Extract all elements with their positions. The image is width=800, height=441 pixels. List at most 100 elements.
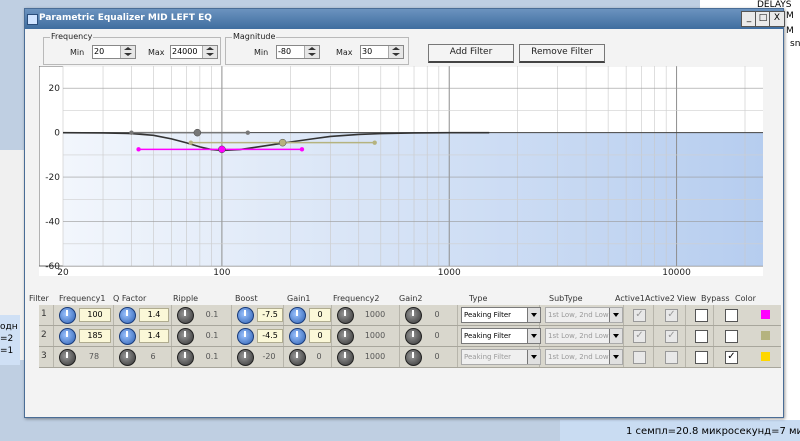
spinner-arrows-icon[interactable]	[120, 46, 135, 58]
frequency-max-spinner[interactable]	[170, 45, 218, 59]
spinner-arrows-icon[interactable]	[388, 46, 403, 58]
remove-filter-button[interactable]: Remove Filter	[519, 44, 605, 63]
cell-divider	[399, 326, 400, 346]
q-factor-field[interactable]: 1.4	[139, 308, 169, 322]
cell-divider	[457, 326, 458, 346]
column-header: View	[677, 294, 696, 303]
filter-center-point	[193, 128, 202, 137]
magnitude-min-label: Min	[254, 48, 269, 57]
column-header: Gain1	[287, 294, 311, 303]
boost-knob-icon[interactable]	[237, 307, 254, 324]
close-button[interactable]: X	[769, 11, 785, 27]
frequency1-field[interactable]: 185	[79, 329, 111, 343]
ripple-knob-icon[interactable]	[177, 328, 194, 345]
bypass-checkbox[interactable]	[725, 309, 738, 322]
ripple-value: 0.1	[205, 310, 219, 319]
cell-divider	[623, 347, 624, 367]
magnitude-min-input[interactable]	[278, 46, 302, 57]
dropdown-arrow-icon[interactable]	[527, 329, 540, 343]
cell-divider	[283, 326, 284, 346]
frequency1-value: 78	[88, 352, 100, 361]
frequency1-knob-icon[interactable]	[59, 328, 76, 345]
frequency-max-label: Max	[148, 48, 165, 57]
gain2-knob-icon[interactable]	[405, 328, 422, 345]
magnitude-max-spinner[interactable]	[360, 45, 404, 59]
window-title: Parametric Equalizer MID LEFT EQ	[39, 13, 212, 23]
view-checkbox[interactable]	[695, 309, 708, 322]
filter-edge-point	[372, 140, 377, 145]
active2-checkbox: ✓	[665, 330, 678, 343]
subtype-dropdown: 1st Low, 2nd Low	[545, 349, 623, 365]
ripple-knob-icon[interactable]	[177, 349, 194, 366]
frequency2-knob-icon[interactable]	[337, 349, 354, 366]
frequency-response-chart[interactable]: 200-20-40-6020 100 1000 10000	[39, 66, 763, 276]
frequency1-knob-icon[interactable]	[59, 307, 76, 324]
y-tick-label: -40	[45, 218, 60, 228]
type-dropdown[interactable]: Peaking Filter	[461, 307, 541, 323]
row-number: 3	[41, 351, 47, 361]
x-tick-label: 100	[213, 268, 230, 276]
bypass-checkbox[interactable]	[725, 330, 738, 343]
color-swatch[interactable]	[761, 352, 770, 361]
subtype-dropdown: 1st Low, 2nd Low	[545, 307, 623, 323]
bypass-checkbox[interactable]: ✓	[725, 351, 738, 364]
frequency-group: Frequency Min Max	[43, 32, 221, 65]
cell-divider	[399, 305, 400, 325]
q-factor-field[interactable]: 1.4	[139, 329, 169, 343]
cell-divider	[53, 326, 54, 346]
q-factor-knob-icon[interactable]	[119, 307, 136, 324]
column-header: Frequency2	[333, 294, 380, 303]
cell-divider	[685, 347, 686, 367]
gain1-field[interactable]: 0	[309, 308, 331, 322]
magnitude-min-spinner[interactable]	[276, 45, 320, 59]
boost-field[interactable]: -7.5	[257, 308, 283, 322]
cell-divider	[283, 305, 284, 325]
column-header: Filter	[29, 294, 49, 303]
magnitude-max-input[interactable]	[362, 46, 386, 57]
frequency1-field[interactable]: 100	[79, 308, 111, 322]
type-dropdown[interactable]: Peaking Filter	[461, 328, 541, 344]
add-filter-button[interactable]: Add Filter	[428, 44, 514, 63]
frequency2-value: 1000	[364, 310, 386, 319]
cell-divider	[713, 326, 714, 346]
cell-divider	[653, 347, 654, 367]
dropdown-arrow-icon[interactable]	[527, 308, 540, 322]
boost-knob-icon[interactable]	[237, 328, 254, 345]
ripple-knob-icon[interactable]	[177, 307, 194, 324]
frequency-max-input[interactable]	[172, 46, 200, 57]
frequency2-knob-icon[interactable]	[337, 307, 354, 324]
cell-divider	[653, 305, 654, 325]
filter-edge-point	[245, 130, 251, 135]
q-factor-knob-icon[interactable]	[119, 328, 136, 345]
color-swatch[interactable]	[761, 331, 770, 340]
spinner-arrows-icon[interactable]	[304, 46, 319, 58]
filter-edge-point	[136, 147, 141, 152]
frequency-min-spinner[interactable]	[92, 45, 136, 59]
column-header: Ripple	[173, 294, 199, 303]
gain2-knob-icon[interactable]	[405, 349, 422, 366]
magnitude-group: Magnitude Min Max	[225, 32, 409, 65]
active2-checkbox: ✓	[665, 309, 678, 322]
view-checkbox[interactable]	[695, 351, 708, 364]
cell-divider	[53, 347, 54, 367]
filter-edge-point	[188, 140, 194, 145]
q-factor-knob-icon[interactable]	[119, 349, 136, 366]
gain1-knob-icon[interactable]	[289, 349, 306, 366]
frequency-group-label: Frequency	[50, 32, 94, 41]
frequency-min-input[interactable]	[94, 46, 118, 57]
boost-knob-icon[interactable]	[237, 349, 254, 366]
view-checkbox[interactable]	[695, 330, 708, 343]
gain2-knob-icon[interactable]	[405, 307, 422, 324]
title-bar[interactable]: Parametric Equalizer MID LEFT EQ _ □ X	[25, 9, 785, 29]
column-header: Q Factor	[113, 294, 147, 303]
frequency2-knob-icon[interactable]	[337, 328, 354, 345]
spinner-arrows-icon[interactable]	[202, 46, 217, 58]
gain1-knob-icon[interactable]	[289, 307, 306, 324]
cell-divider	[171, 326, 172, 346]
boost-field[interactable]: -4.5	[257, 329, 283, 343]
frequency-min-label: Min	[70, 48, 85, 57]
gain1-field[interactable]: 0	[309, 329, 331, 343]
color-swatch[interactable]	[761, 310, 770, 319]
frequency1-knob-icon[interactable]	[59, 349, 76, 366]
gain1-knob-icon[interactable]	[289, 328, 306, 345]
